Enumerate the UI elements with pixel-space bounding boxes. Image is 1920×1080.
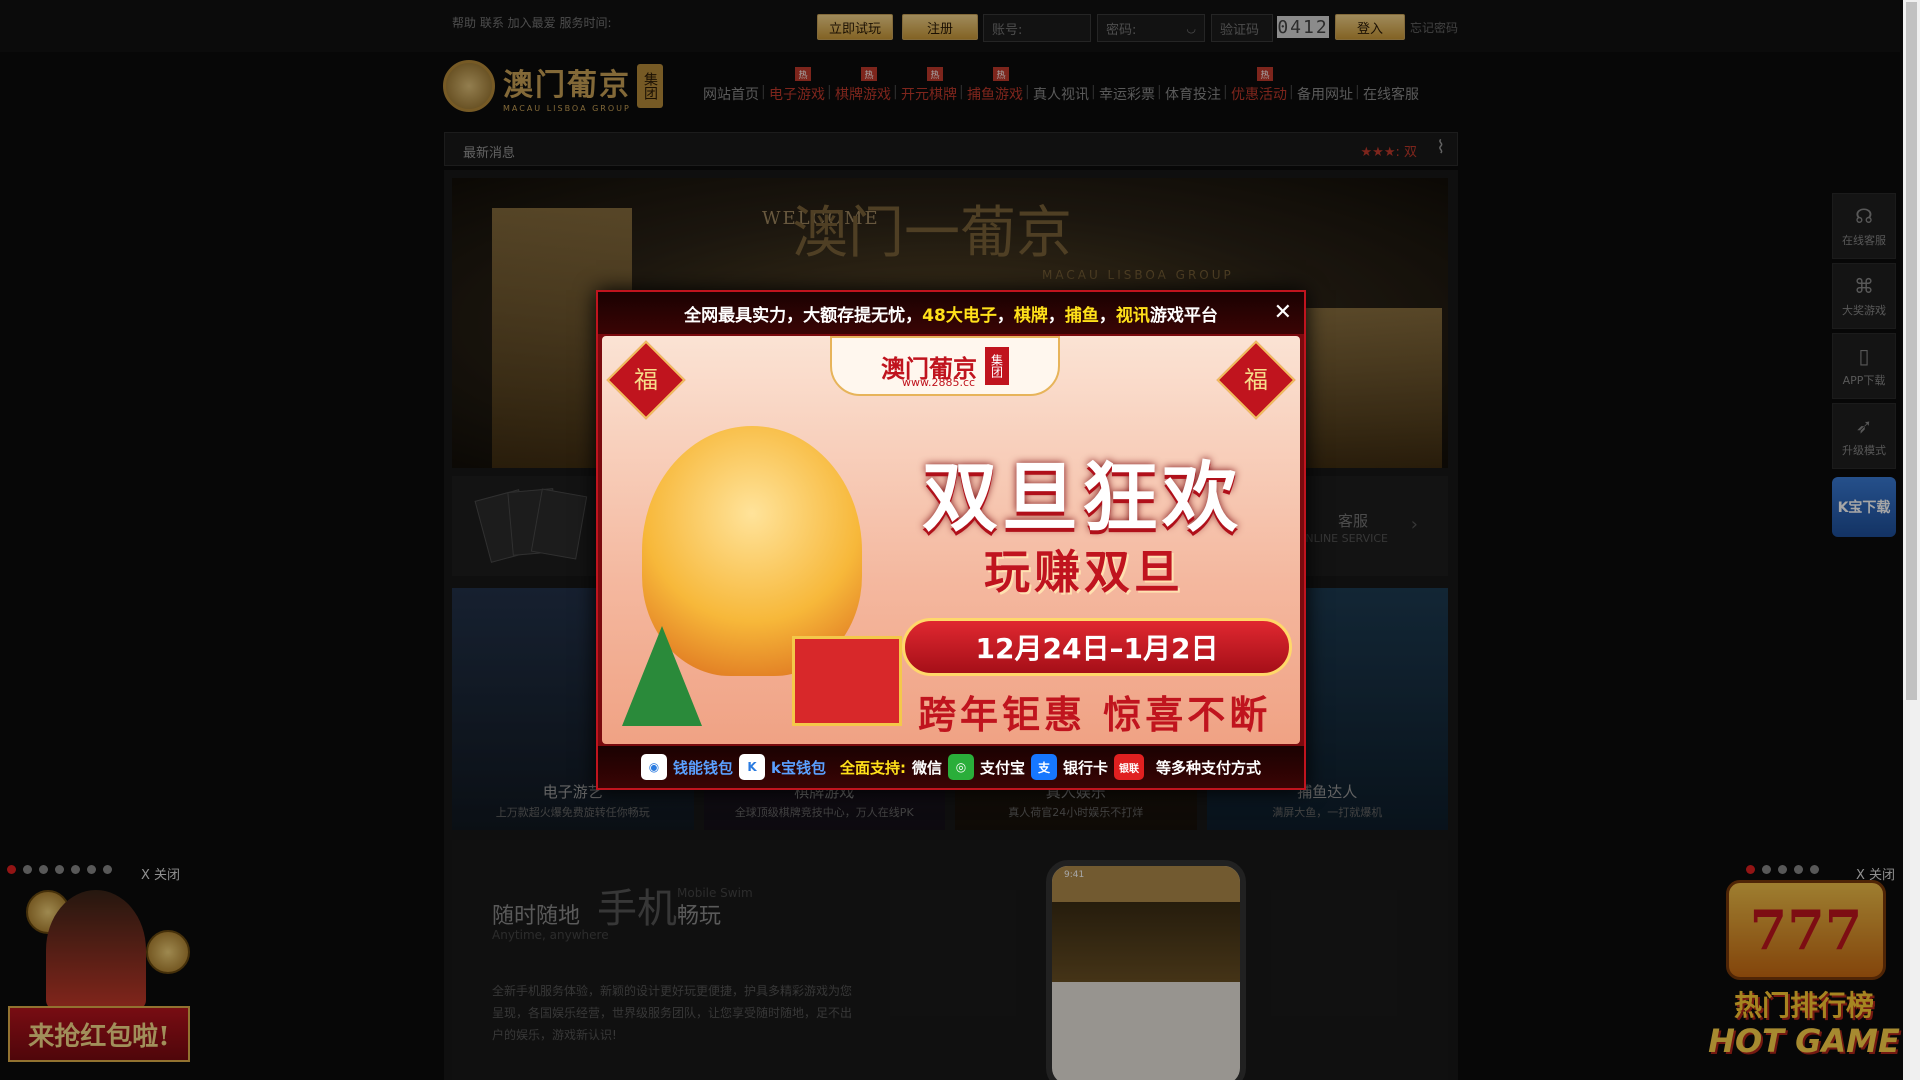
fu-charm-icon: 福	[606, 340, 686, 420]
wechat-icon: ◎	[947, 754, 974, 780]
popup-header: 全网最具实力，大额存提无忧， 48大电子，棋牌，捕鱼，视讯 游戏平台	[598, 292, 1304, 334]
promo-date: 12月24日–1月2日	[902, 618, 1292, 676]
popup-logo-url: www.2885.cc	[902, 376, 976, 389]
popup-image[interactable]: 澳门葡京 集团 www.2885.cc 福 福 双旦狂欢 玩赚双旦 12月24日…	[602, 336, 1300, 744]
payment-bar: ◉ 钱能钱包 K k宝钱包 全面支持: 微信 ◎ 支付宝 支 银行卡 银联 等多…	[598, 746, 1304, 788]
alipay-icon: 支	[1031, 754, 1057, 780]
promo-title: 双旦狂欢	[922, 453, 1242, 542]
support-label: 全面支持:	[839, 758, 906, 777]
scrollbar-thumb[interactable]	[1906, 2, 1917, 700]
unionpay-icon: 银联	[1114, 754, 1145, 780]
fu-charm-icon: 福	[1216, 340, 1296, 420]
christmas-tree-icon	[622, 626, 702, 726]
header-text: 游戏平台	[1149, 305, 1218, 326]
wallet-icon: ◉	[640, 754, 667, 780]
wallet-2-label: k宝钱包	[770, 758, 826, 777]
alipay-label: 支付宝	[979, 758, 1025, 777]
header-sep: ，	[1098, 305, 1116, 326]
header-text: 全网最具实力，大额存提无忧，	[684, 305, 923, 326]
header-highlight: 视讯	[1115, 305, 1150, 326]
header-sep: ，	[1047, 305, 1065, 326]
kbao-icon: K	[738, 754, 765, 780]
popup-logo: 澳门葡京 集团 www.2885.cc	[830, 336, 1060, 396]
fu-text: 福	[1244, 366, 1268, 394]
gift-box-icon	[792, 636, 902, 726]
bank-card-label: 银行卡	[1063, 758, 1109, 777]
header-highlight: 棋牌	[1013, 305, 1048, 326]
close-icon[interactable]: ✕	[1274, 300, 1292, 325]
more-methods-label: 等多种支付方式	[1156, 758, 1262, 777]
wechat-label: 微信	[911, 758, 942, 777]
header-sep: ，	[996, 305, 1014, 326]
header-highlight: 48大电子	[922, 305, 997, 326]
popup-logo-tag: 集团	[985, 347, 1009, 385]
fu-text: 福	[634, 366, 658, 394]
promo-popup: 全网最具实力，大额存提无忧， 48大电子，棋牌，捕鱼，视讯 游戏平台 ✕ 澳门葡京 …	[596, 290, 1306, 790]
page-scrollbar[interactable]	[1903, 0, 1920, 1080]
promo-subtitle: 玩赚双旦	[984, 545, 1184, 599]
header-highlight: 捕鱼	[1064, 305, 1099, 326]
promo-slogan: 跨年钜惠 惊喜不断	[918, 692, 1272, 737]
wallet-1-label: 钱能钱包	[672, 758, 733, 777]
